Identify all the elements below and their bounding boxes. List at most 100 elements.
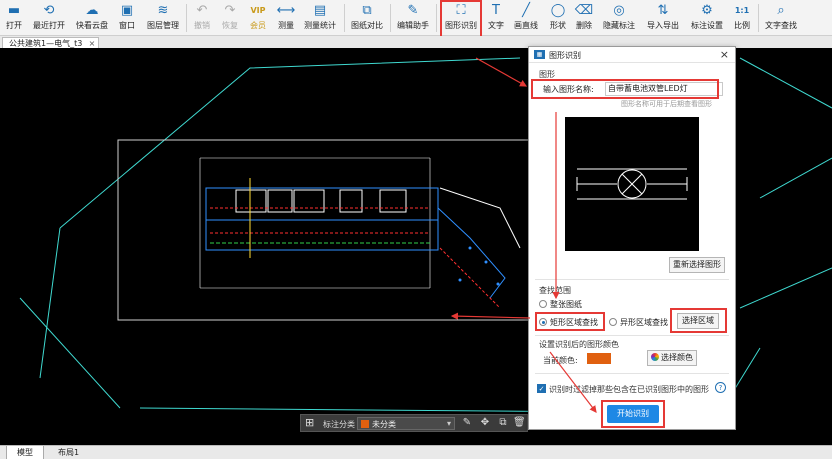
shape-recognition-dialog: ▦ 图形识别 × 图形 输入图形名称: 自带蓄电池双管LED灯 图形名称可用于后… — [528, 46, 736, 430]
current-color-label: 当前颜色: — [543, 356, 578, 365]
start-highlight — [601, 400, 665, 428]
section-scope-label: 查找范围 — [539, 286, 571, 295]
redo-button[interactable]: ↷ 恢复 — [220, 2, 240, 34]
shape-name-hint: 图形名称可用于后期查看图形 — [621, 100, 712, 108]
cloud-icon: ☁ — [85, 3, 99, 18]
toolbar-divider — [758, 4, 759, 32]
import-export-button[interactable]: ⇅ 导入导出 — [646, 2, 680, 34]
category-value: 未分类 — [372, 420, 396, 429]
import-export-icon: ⇅ — [657, 3, 669, 18]
edit-assistant-button[interactable]: ✎ 编辑助手 — [396, 2, 430, 34]
chevron-down-icon: ▾ — [446, 419, 451, 428]
shape-icon: ◯ — [550, 3, 566, 18]
window-icon: ▣ — [120, 3, 134, 18]
vip-icon: VIP — [250, 6, 266, 15]
layout-tab-bar: 模型 布局1 — [0, 445, 832, 459]
copy-icon[interactable]: ⧉ — [497, 417, 509, 429]
text-search-icon: ⌕ — [777, 3, 785, 18]
annotation-settings-button[interactable]: ⚙ 标注设置 — [690, 2, 724, 34]
history-icon: ⟲ — [43, 3, 55, 18]
annotation-settings-icon: ⚙ — [701, 3, 713, 18]
category-color-swatch — [361, 420, 369, 428]
scope-option-whole[interactable]: 整张图纸 — [539, 299, 582, 310]
tab-layout1[interactable]: 布局1 — [48, 446, 89, 459]
palette-icon — [651, 353, 659, 361]
layers-button[interactable]: ≋ 图层管理 — [146, 2, 180, 34]
hide-annotation-button[interactable]: ◎ 隐藏标注 — [602, 2, 636, 34]
category-toolbar: ⊞ 标注分类 未分类 ▾ ✎ ✥ ⧉ 🗑 — [300, 414, 528, 432]
trash-icon[interactable]: 🗑 — [513, 417, 526, 429]
drawing-frame — [117, 139, 531, 321]
compare-icon: ⧉ — [362, 3, 372, 18]
divider — [535, 373, 729, 374]
redo-icon: ↷ — [224, 3, 236, 18]
move-icon[interactable]: ✥ — [479, 417, 491, 429]
layers-icon: ≋ — [157, 3, 169, 18]
recent-button[interactable]: ⟲ 最近打开 — [32, 2, 66, 34]
text-icon: T — [492, 3, 500, 18]
scope-option-irregular[interactable]: 异形区域查找 — [609, 317, 668, 328]
rect-option-highlight — [535, 312, 605, 331]
toolbar-divider — [186, 4, 187, 32]
divider — [535, 279, 729, 280]
tab-model[interactable]: 模型 — [6, 446, 44, 459]
undo-button[interactable]: ↶ 撤销 — [192, 2, 212, 34]
toolbar-divider — [344, 4, 345, 32]
text-search-button[interactable]: ⌕ 文字查找 — [764, 2, 798, 34]
measure-button[interactable]: ⟷ 测量 — [276, 2, 296, 34]
shape-button[interactable]: ◯ 形状 — [548, 2, 568, 34]
delete-icon: ⌫ — [574, 3, 594, 18]
category-select[interactable]: 未分类 ▾ — [357, 417, 455, 430]
radio-icon — [539, 300, 547, 308]
filter-checkbox[interactable]: ✓ — [537, 384, 546, 393]
toolbar-highlight — [440, 0, 482, 38]
folder-icon: ▬ — [7, 3, 21, 18]
choose-color-button[interactable]: 选择颜色 — [647, 350, 697, 366]
hide-annotation-icon: ◎ — [613, 3, 625, 18]
help-icon[interactable]: ? — [715, 382, 726, 393]
category-label: 标注分类 — [323, 420, 355, 429]
border-line — [19, 297, 121, 409]
select-area-highlight — [670, 308, 727, 333]
border-line — [739, 267, 832, 309]
edit-assistant-icon: ✎ — [407, 3, 419, 18]
app-window: ▬ 打开 ⟲ 最近打开 ☁ 快看云盘 ▣ 窗口 ≋ 图层管理 ↶ 撤销 ↷ 恢复 VIP 会员 … — [0, 0, 832, 459]
document-tab-title: 公共建筑1—电气_t3 — [9, 39, 83, 48]
lamp-symbol — [576, 168, 688, 200]
radio-icon — [609, 318, 617, 326]
open-button[interactable]: ▬ 打开 — [4, 2, 24, 34]
dialog-title: 图形识别 — [549, 51, 581, 60]
reselect-shape-button[interactable]: 重新选择图形 — [669, 257, 725, 273]
cloud-button[interactable]: ☁ 快看云盘 — [74, 2, 110, 34]
floor-plan — [205, 178, 521, 309]
border-line — [39, 227, 61, 379]
measure-stats-button[interactable]: ▤ 测量统计 — [302, 2, 338, 34]
name-highlight — [531, 79, 719, 99]
window-button[interactable]: ▣ 窗口 — [116, 2, 138, 34]
toolbar-divider — [436, 4, 437, 32]
app-logo-icon: ▦ — [534, 50, 545, 59]
grid-icon[interactable]: ⊞ — [305, 417, 314, 429]
compare-button[interactable]: ⧉ 图纸对比 — [350, 2, 384, 34]
shape-preview — [565, 117, 699, 251]
close-icon[interactable]: × — [720, 48, 729, 61]
undo-icon: ↶ — [196, 3, 208, 18]
divider — [535, 335, 729, 336]
vip-button[interactable]: VIP 会员 — [248, 2, 268, 34]
edit-icon[interactable]: ✎ — [461, 417, 473, 429]
toolbar-divider — [390, 4, 391, 32]
current-color-swatch — [587, 353, 611, 364]
delete-button[interactable]: ⌫ 删除 — [574, 2, 594, 34]
dialog-titlebar: ▦ 图形识别 × — [529, 47, 735, 63]
section-color-label: 设置识别后的图形颜色 — [539, 340, 619, 349]
text-button[interactable]: T 文字 — [486, 2, 506, 34]
filter-label: 识别时过滤掉那些包含在已识别图形中的图形 — [549, 385, 709, 394]
main-toolbar: ▬ 打开 ⟲ 最近打开 ☁ 快看云盘 ▣ 窗口 ≋ 图层管理 ↶ 撤销 ↷ 恢复 VIP 会员 … — [0, 0, 832, 38]
border-line — [59, 57, 521, 229]
scale-button[interactable]: 1:1 比例 — [732, 2, 752, 34]
document-tab[interactable]: 公共建筑1—电气_t3 × — [2, 37, 100, 48]
measure-icon: ⟷ — [276, 3, 296, 18]
border-line — [739, 57, 832, 109]
border-line — [759, 157, 832, 199]
line-button[interactable]: ╱ 画直线 — [512, 2, 540, 34]
